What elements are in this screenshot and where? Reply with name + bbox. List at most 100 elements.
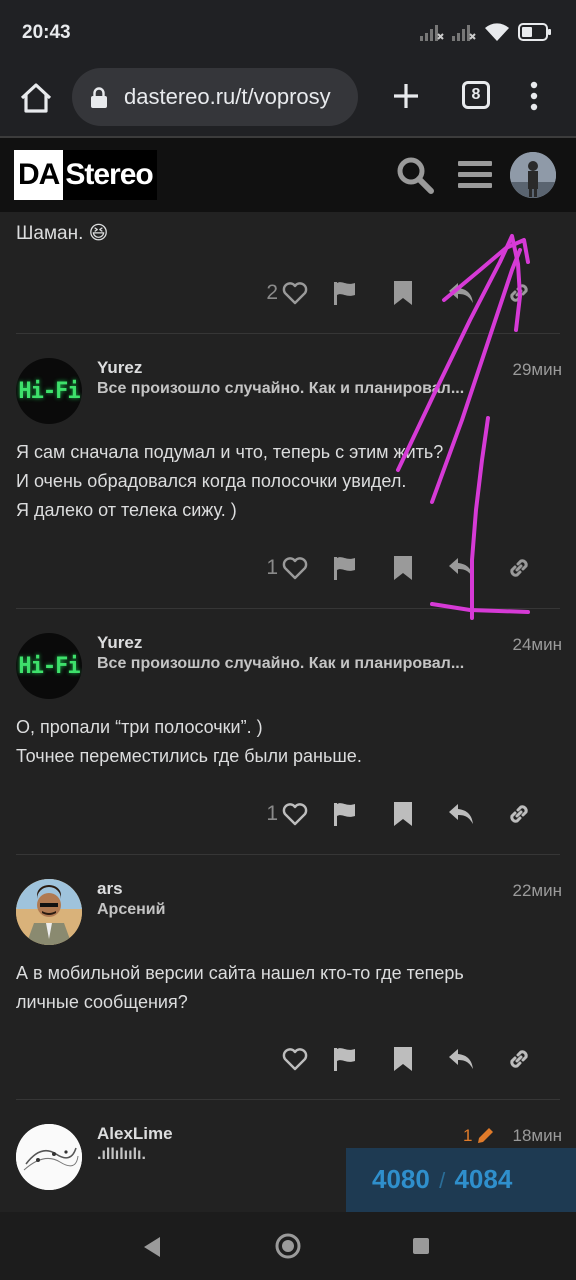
signal-icon <box>452 25 476 41</box>
post-divider <box>16 608 560 609</box>
bookmark-button[interactable] <box>374 801 432 827</box>
system-nav-bar <box>0 1212 576 1280</box>
progress-current: 4080 <box>372 1164 430 1194</box>
username[interactable]: Yurez <box>97 633 142 653</box>
bookmark-icon <box>394 1047 412 1071</box>
status-time: 20:43 <box>22 22 71 43</box>
address-bar[interactable]: dastereo.ru/t/voprosy <box>72 68 358 126</box>
username[interactable]: AlexLime <box>97 1124 173 1144</box>
lock-icon <box>91 87 107 108</box>
avatar-text: Hi-Fi <box>18 653 80 679</box>
home-nav-icon[interactable] <box>274 1232 302 1260</box>
home-icon <box>20 83 52 113</box>
plus-icon <box>394 84 418 108</box>
bookmark-icon <box>394 281 412 305</box>
username[interactable]: ars <box>97 879 123 899</box>
link-icon <box>510 559 528 577</box>
post-actions: 1 <box>266 801 548 827</box>
share-link-button[interactable] <box>490 801 548 827</box>
post-body-line: Я далеко от телека сижу. ) <box>16 500 237 520</box>
post-body: Я сам сначала подумал и что, теперь с эт… <box>16 438 443 525</box>
like-button[interactable] <box>282 281 316 305</box>
user-avatar-button[interactable] <box>510 152 556 198</box>
post-time[interactable]: 18мин <box>513 1126 562 1146</box>
search-icon <box>397 157 434 194</box>
post-divider <box>16 854 560 855</box>
progress-text: 4080 / 4084 <box>372 1164 512 1195</box>
like-count[interactable]: 2 <box>266 281 278 305</box>
hamburger-menu-button[interactable] <box>458 160 492 195</box>
more-vert-icon <box>530 81 538 111</box>
post-actions: 1 <box>266 555 548 581</box>
post-body-line: И очень обрадовался когда полосочки увид… <box>16 471 407 491</box>
like-count[interactable]: 1 <box>266 556 278 580</box>
flag-button[interactable] <box>316 280 374 306</box>
bookmark-button[interactable] <box>374 1046 432 1072</box>
heart-icon <box>282 557 308 580</box>
flag-button[interactable] <box>316 801 374 827</box>
user-title: Все произошло случайно. Как и планировал… <box>97 380 465 397</box>
like-count[interactable]: 1 <box>266 802 278 826</box>
search-button[interactable] <box>396 156 434 199</box>
reply-button[interactable] <box>432 1047 490 1071</box>
link-icon <box>510 1050 528 1068</box>
status-icons <box>420 22 552 42</box>
home-button[interactable] <box>16 78 56 118</box>
reply-button[interactable] <box>432 281 490 305</box>
new-tab-button[interactable] <box>388 78 424 114</box>
site-logo[interactable]: DA Stereo <box>14 150 157 200</box>
tab-switcher-button[interactable]: 8 <box>462 81 490 109</box>
recents-icon[interactable] <box>412 1237 430 1255</box>
reply-button[interactable] <box>432 556 490 580</box>
avatar[interactable] <box>16 1124 82 1190</box>
logo-stereo: Stereo <box>63 150 157 200</box>
avatar[interactable]: Hi-Fi <box>16 358 82 424</box>
flag-icon <box>334 557 355 580</box>
signal-icon <box>420 25 444 41</box>
reply-icon <box>449 558 473 578</box>
browser-menu-button[interactable] <box>524 78 544 114</box>
username[interactable]: Yurez <box>97 358 142 378</box>
browser-toolbar: dastereo.ru/t/voprosy 8 <box>0 64 576 136</box>
user-title: Все произошло случайно. Как и планировал… <box>97 655 465 672</box>
progress-total: 4084 <box>454 1164 513 1194</box>
user-title: Арсений <box>97 901 166 918</box>
flag-button[interactable] <box>316 1046 374 1072</box>
back-icon[interactable] <box>142 1236 162 1258</box>
heart-icon <box>282 803 308 826</box>
progress-separator: / <box>439 1168 446 1193</box>
edit-history-button[interactable]: 1 <box>463 1126 495 1146</box>
post-body-line: О, пропали “три полосочки”. ) <box>16 717 263 737</box>
post-divider <box>16 333 560 334</box>
share-link-button[interactable] <box>490 1046 548 1072</box>
post-body-line: А в мобильной версии сайта нашел кто-то … <box>16 963 464 983</box>
wifi-icon <box>485 23 509 41</box>
reply-icon <box>449 283 473 303</box>
post-actions: 2 <box>266 280 548 306</box>
post-body-text: Шаман. 😆 <box>16 223 109 244</box>
post-time[interactable]: 24мин <box>513 635 562 655</box>
post-body: А в мобильной версии сайта нашел кто-то … <box>16 959 464 1017</box>
flag-button[interactable] <box>316 555 374 581</box>
like-button[interactable] <box>282 802 316 826</box>
bookmark-icon <box>394 802 412 826</box>
share-link-button[interactable] <box>490 555 548 581</box>
like-button[interactable] <box>282 556 316 580</box>
avatar[interactable] <box>16 879 82 945</box>
bookmark-button[interactable] <box>374 280 432 306</box>
post-body: О, пропали “три полосочки”. ) Точнее пер… <box>16 713 362 771</box>
post-time[interactable]: 22мин <box>513 881 562 901</box>
like-button[interactable] <box>282 1047 316 1071</box>
flag-icon <box>334 803 355 826</box>
topic-progress[interactable]: 4080 / 4084 <box>346 1148 576 1212</box>
share-link-button[interactable] <box>490 280 548 306</box>
post-time[interactable]: 29мин <box>513 360 562 380</box>
logo-da: DA <box>14 150 64 200</box>
hamburger-icon <box>458 161 492 188</box>
site-header: DA Stereo <box>0 138 576 212</box>
link-icon <box>510 805 528 823</box>
bookmark-button[interactable] <box>374 555 432 581</box>
post-divider <box>16 1099 560 1100</box>
reply-button[interactable] <box>432 802 490 826</box>
avatar[interactable]: Hi-Fi <box>16 633 82 699</box>
